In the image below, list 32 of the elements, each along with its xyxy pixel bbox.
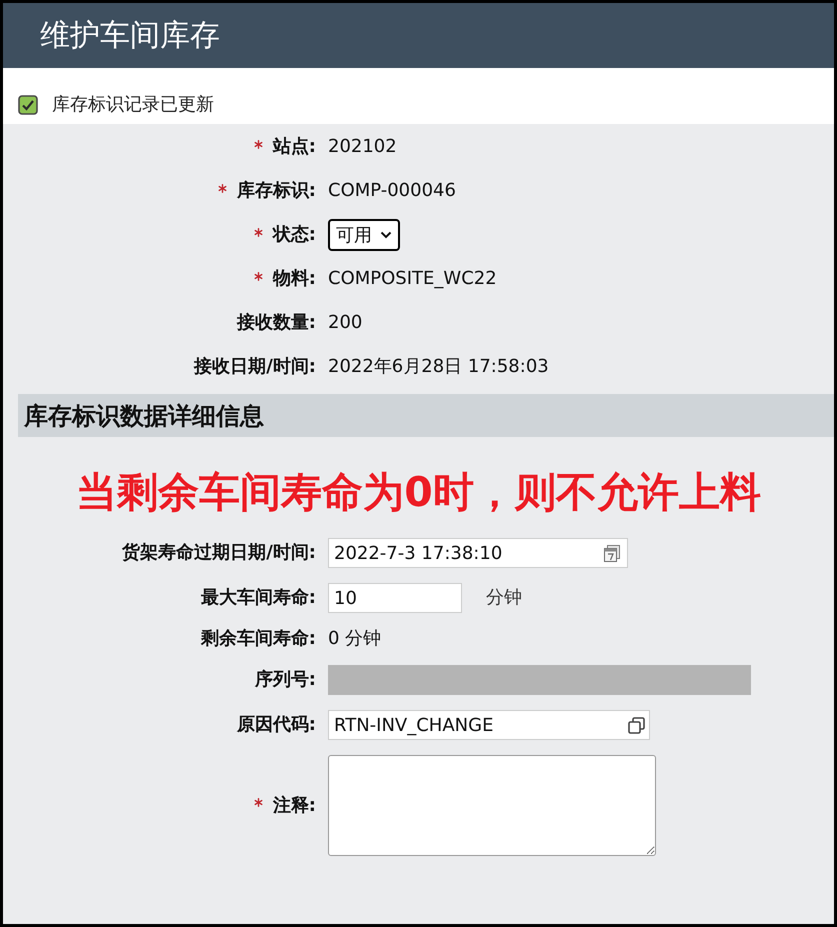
notice-text: 当剩余车间寿命为0时，则不允许上料 [76,468,761,516]
field-value: COMP-000046 [328,180,456,202]
field-label: 状态: [272,224,316,246]
field-label: 序列号: [254,669,316,691]
chevron-down-icon [380,231,392,239]
overlapping-squares-icon[interactable] [628,716,645,734]
section-title: 库存标识数据详细信息 [24,400,264,430]
field-label: 注释: [272,794,316,816]
field-label: 物料: [272,268,316,290]
field-value: 200 [328,312,362,334]
field-label: 原因代码: [236,714,316,736]
unit-label: 分钟 [486,587,522,609]
field-label: 货架寿命过期日期/时间: [122,542,316,564]
field-label: 接收日期/时间: [194,356,316,378]
text-area[interactable] [328,755,656,856]
date-field[interactable]: 2022-7-3 17:38:10 [328,538,628,568]
checkbox[interactable] [18,95,38,115]
field-label: 站点: [272,136,316,158]
message-text: 库存标识记录已更新 [52,95,214,115]
status-dropdown[interactable]: 可用 [328,219,400,251]
field-label: 剩余车间寿命: [200,628,316,650]
field-label: 接收数量: [236,312,316,334]
field-label: 库存标识: [236,180,316,202]
text-field[interactable]: 10 [328,583,462,613]
field-value: COMPOSITE_WC22 [328,268,497,290]
field-value: 2022年6月28日 17:58:03 [328,356,549,378]
lookup-field[interactable]: RTN-INV_CHANGE [328,710,650,740]
calendar-icon[interactable] [603,544,621,562]
field-label: 最大车间寿命: [200,587,316,609]
field-value: 202102 [328,136,397,158]
field-value: 0 分钟 [328,628,382,650]
page-title: 维护车间库存 [40,18,220,54]
